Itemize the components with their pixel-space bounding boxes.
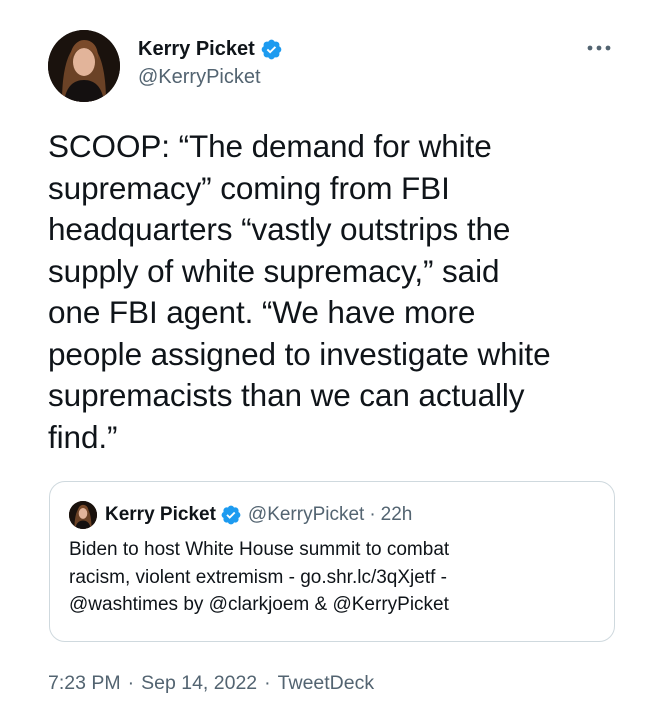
- author-name-row: Kerry Picket: [138, 35, 283, 63]
- quoted-tweet[interactable]: Kerry Picket @KerryPicket · 22h Biden to…: [49, 481, 615, 642]
- avatar[interactable]: [48, 30, 120, 102]
- tweet-text: SCOOP: “The demand for white supremacy” …: [48, 128, 551, 455]
- quote-separator: ·: [369, 504, 376, 525]
- avatar-photo: [48, 30, 120, 102]
- quote-avatar-photo: [69, 501, 97, 529]
- tweet-source[interactable]: TweetDeck: [278, 672, 374, 695]
- tweet-meta: 7:23 PM · Sep 14, 2022 · TweetDeck: [48, 672, 374, 695]
- meta-separator: ·: [127, 672, 135, 694]
- meta-separator: ·: [264, 672, 271, 694]
- tweet-card: Kerry Picket @KerryPicket SCOOP: “The de…: [0, 0, 655, 712]
- more-options-button[interactable]: [584, 36, 614, 60]
- quote-display-name[interactable]: Kerry Picket: [105, 504, 216, 526]
- quote-handle[interactable]: @KerryPicket: [248, 504, 364, 526]
- verified-badge-icon: [260, 38, 283, 61]
- quote-header: Kerry Picket @KerryPicket · 22h: [105, 501, 412, 529]
- author-display-name[interactable]: Kerry Picket: [138, 38, 255, 61]
- quote-avatar[interactable]: [69, 501, 97, 529]
- tweet-date[interactable]: Sep 14, 2022: [141, 672, 257, 695]
- quote-text: Biden to host White House summit to comb…: [69, 539, 450, 615]
- more-horizontal-icon: [587, 45, 611, 51]
- verified-badge-icon: [220, 504, 242, 526]
- quote-timestamp[interactable]: 22h: [381, 504, 413, 526]
- author-handle[interactable]: @KerryPicket: [138, 66, 261, 89]
- tweet-time[interactable]: 7:23 PM: [48, 672, 121, 695]
